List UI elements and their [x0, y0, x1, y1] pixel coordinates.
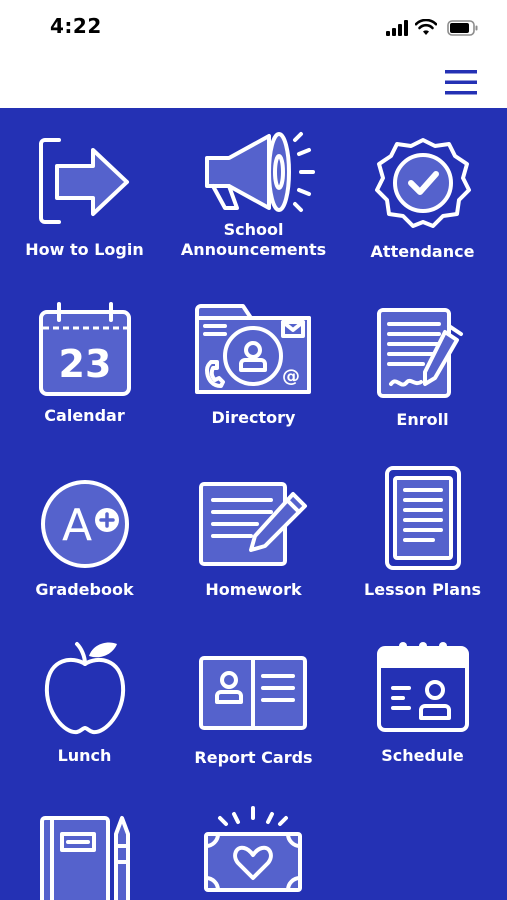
hamburger-menu-icon [445, 70, 477, 95]
checkmark-badge-icon [375, 138, 471, 228]
megaphone-icon [205, 132, 315, 212]
contact-folder-icon: @ [195, 304, 311, 394]
menu-button[interactable] [445, 69, 477, 96]
grade-letter: A [62, 500, 92, 551]
tile-calendar[interactable]: 23 Calendar [0, 302, 169, 432]
tile-label: School Announcements [180, 220, 327, 259]
tile-label: Gradebook [35, 580, 134, 599]
tile-schedule[interactable]: Schedule [338, 638, 507, 768]
calendar-icon: 23 [39, 302, 131, 396]
tile-homework[interactable]: Homework [169, 480, 338, 610]
tile-directory[interactable]: @ Directory [169, 298, 338, 428]
login-arrow-icon [39, 138, 129, 224]
tile-label: Enroll [396, 410, 449, 429]
tile-lunch[interactable]: Lunch [0, 638, 169, 768]
tile-label: Calendar [44, 406, 125, 425]
tile-gradebook[interactable]: A Gradebook [0, 478, 169, 608]
pencil-paper-icon [199, 482, 307, 566]
tile-label: Homework [205, 580, 302, 599]
tile-label: How to Login [25, 240, 144, 259]
notebook-crayon-icon [40, 816, 130, 900]
apple-icon [44, 642, 126, 735]
tile-label: Lunch [57, 746, 112, 765]
signal-icon [386, 20, 408, 36]
tile-school-announcements[interactable]: School Announcements [169, 128, 338, 268]
tile-label: Report Cards [194, 748, 313, 767]
tile-how-to-login[interactable]: How to Login [0, 136, 169, 266]
heart-money-icon [204, 806, 302, 892]
status-time: 4:22 [50, 14, 102, 38]
calendar-date: 23 [59, 342, 112, 386]
tile-label: Schedule [381, 746, 464, 765]
tile-heart-money[interactable] [169, 806, 338, 900]
tile-enroll[interactable]: Enroll [338, 306, 507, 436]
status-bar: 4:22 [0, 0, 507, 56]
signed-document-icon [377, 308, 463, 398]
wifi-icon [415, 19, 437, 35]
tile-label: Directory [211, 408, 296, 427]
open-book-icon [199, 656, 307, 730]
app-header [0, 56, 507, 108]
tile-label: Attendance [370, 242, 475, 261]
tile-notebook[interactable] [0, 814, 169, 900]
calendar-person-icon [377, 642, 469, 732]
grade-a-plus-icon: A [41, 480, 129, 568]
tile-report-cards[interactable]: Report Cards [169, 654, 338, 784]
tile-lesson-plans[interactable]: Lesson Plans [338, 464, 507, 604]
battery-icon [447, 20, 478, 36]
tile-attendance[interactable]: Attendance [338, 136, 507, 266]
tablet-icon [385, 466, 461, 570]
at-symbol: @ [282, 366, 300, 387]
module-grid: How to Login School Announcements Attend… [0, 108, 507, 900]
tile-label: Lesson Plans [364, 580, 481, 599]
